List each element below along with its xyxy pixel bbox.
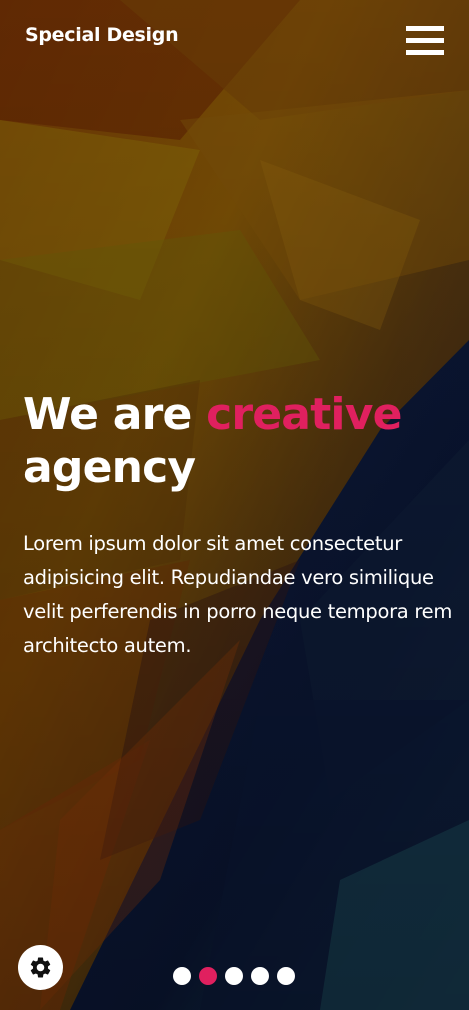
settings-button[interactable] — [18, 945, 63, 990]
hero-title-suffix: agency — [23, 442, 196, 493]
landing-page: Special Design We are creative agency Lor… — [0, 0, 469, 1010]
hero-title: We are creative agency — [23, 388, 463, 494]
brand-logo[interactable]: Special Design — [25, 24, 179, 46]
hero-title-prefix: We are — [23, 389, 207, 440]
slider-dot-1[interactable] — [173, 967, 191, 985]
slider-dot-4[interactable] — [251, 967, 269, 985]
hero-title-accent: creative — [206, 389, 402, 440]
hamburger-menu-icon[interactable] — [406, 26, 444, 56]
slider-dot-3[interactable] — [225, 967, 243, 985]
menu-bar-top — [406, 26, 444, 31]
hero-background-image — [0, 0, 469, 1010]
slider-dot-5[interactable] — [277, 967, 295, 985]
slider-dot-2[interactable] — [199, 967, 217, 985]
menu-bar-bottom — [406, 50, 444, 55]
menu-bar-middle — [406, 38, 444, 43]
hero-paragraph: Lorem ipsum dolor sit amet consectetur a… — [23, 532, 453, 657]
gear-icon — [30, 957, 51, 978]
slider-pagination — [173, 967, 295, 985]
